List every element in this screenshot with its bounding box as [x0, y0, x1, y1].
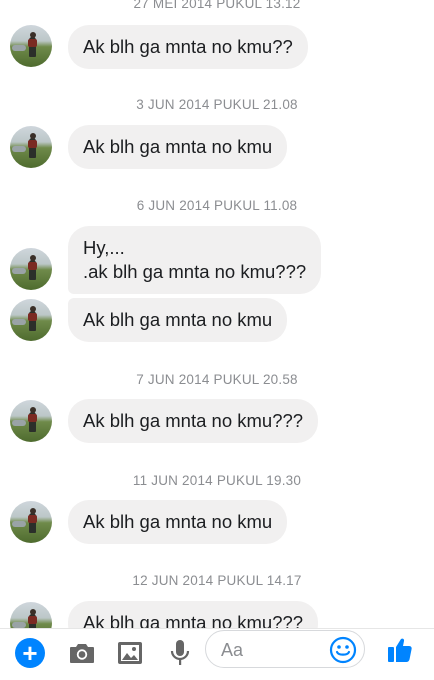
composer-bar: + Aa	[0, 628, 434, 680]
camera-button[interactable]	[64, 635, 100, 671]
message-bubble[interactable]: Ak blh ga mnta no kmu???	[68, 399, 319, 443]
gallery-button[interactable]	[112, 635, 148, 671]
emoji-icon	[329, 636, 357, 664]
timestamp: 7 JUN 2014 PUKUL 20.58	[136, 372, 298, 387]
emoji-button[interactable]	[325, 632, 361, 668]
message-bubble[interactable]: Ak blh ga mnta no kmu??	[68, 25, 308, 69]
message-placeholder: Aa	[221, 640, 244, 660]
message-bubble[interactable]: Hy,... .ak blh ga mnta no kmu???	[68, 226, 322, 294]
timestamp: 27 MEI 2014 PUKUL 13.12	[133, 0, 301, 11]
timestamp: 3 JUN 2014 PUKUL 21.08	[136, 97, 298, 112]
microphone-button[interactable]	[162, 635, 198, 671]
message-bubble[interactable]: Ak blh ga mnta no kmu	[68, 125, 288, 169]
avatar[interactable]	[10, 248, 52, 290]
avatar[interactable]	[10, 501, 52, 543]
camera-icon	[70, 644, 94, 663]
microphone-icon	[170, 640, 190, 665]
timestamp: 6 JUN 2014 PUKUL 11.08	[136, 198, 298, 213]
avatar[interactable]	[10, 400, 52, 442]
message-bubble[interactable]: Ak blh ga mnta no kmu???	[68, 601, 319, 628]
message-thread[interactable]: 27 MEI 2014 PUKUL 13.12 Ak blh ga mnta n…	[0, 0, 434, 628]
thumbs-up-icon	[388, 638, 412, 662]
avatar[interactable]	[10, 25, 52, 67]
avatar[interactable]	[10, 602, 52, 628]
plus-icon: +	[15, 638, 45, 668]
timestamp: 11 JUN 2014 PUKUL 19.30	[132, 473, 302, 488]
avatar[interactable]	[10, 299, 52, 341]
plus-button[interactable]: +	[12, 635, 48, 671]
like-button[interactable]	[382, 632, 418, 668]
avatar[interactable]	[10, 126, 52, 168]
timestamp: 12 JUN 2014 PUKUL 14.17	[132, 573, 302, 588]
message-bubble[interactable]: Ak blh ga mnta no kmu	[68, 298, 288, 342]
gallery-icon	[118, 642, 142, 664]
message-bubble[interactable]: Ak blh ga mnta no kmu	[68, 500, 288, 544]
